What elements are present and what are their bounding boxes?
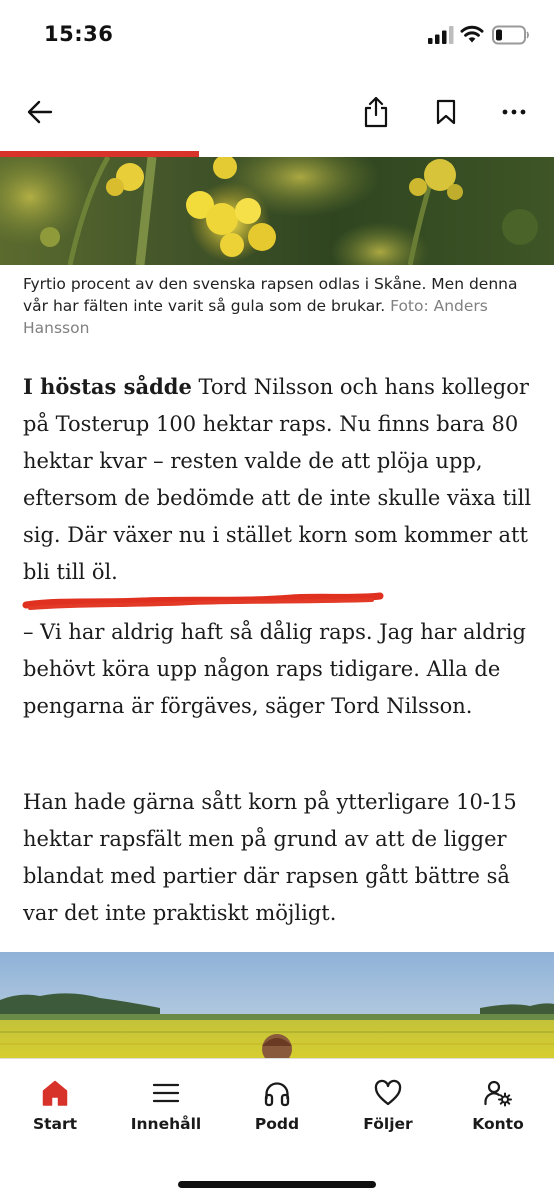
more-icon bbox=[502, 109, 526, 115]
article-paragraph-3: Han hade gärna sått korn på ytterligare … bbox=[23, 790, 517, 925]
heart-icon bbox=[374, 1079, 402, 1106]
bookmark-icon bbox=[436, 99, 456, 125]
signal-icon bbox=[428, 26, 454, 44]
image-caption: Fyrtio procent av den svenska rapsen odl… bbox=[23, 273, 533, 339]
account-settings-icon bbox=[484, 1080, 512, 1107]
more-options-button[interactable] bbox=[492, 90, 536, 134]
nav-item-innehall[interactable]: Innehåll bbox=[121, 1075, 211, 1145]
red-scribble-underline bbox=[22, 592, 384, 610]
home-icon bbox=[42, 1080, 68, 1106]
back-arrow-icon bbox=[27, 100, 53, 124]
article-toolbar bbox=[0, 84, 554, 140]
nav-label-foljer: Följer bbox=[363, 1115, 413, 1133]
nav-label-konto: Konto bbox=[472, 1115, 524, 1133]
battery-icon bbox=[492, 25, 529, 45]
menu-icon bbox=[152, 1083, 180, 1103]
nav-label-podd: Podd bbox=[254, 1115, 300, 1133]
nav-item-podd[interactable]: Podd bbox=[232, 1075, 322, 1145]
paragraph-lead: I höstas sådde bbox=[23, 374, 192, 399]
back-button[interactable] bbox=[18, 90, 62, 134]
hero-image-rapeseed-flowers[interactable] bbox=[0, 157, 554, 265]
bottom-navigation: Start Innehåll Podd Följer Konto bbox=[0, 1058, 554, 1200]
headphones-icon bbox=[264, 1082, 290, 1107]
wifi-icon bbox=[460, 25, 484, 43]
bookmark-button[interactable] bbox=[424, 90, 468, 134]
article-image-rapeseed-field[interactable] bbox=[0, 952, 554, 1062]
field-photo bbox=[0, 952, 554, 1062]
nav-item-foljer[interactable]: Följer bbox=[343, 1075, 433, 1145]
nav-label-start: Start bbox=[32, 1115, 78, 1133]
share-button[interactable] bbox=[354, 90, 398, 134]
nav-item-konto[interactable]: Konto bbox=[453, 1075, 543, 1145]
nav-label-innehall: Innehåll bbox=[130, 1115, 202, 1133]
article-paragraph-1: I höstas sådde Tord Nilsson och hans kol… bbox=[23, 368, 535, 591]
article-paragraph-2: – Vi har aldrig haft så dålig raps. Jag … bbox=[23, 620, 526, 718]
paragraph-text: Tord Nilsson och hans kollegor på Toster… bbox=[23, 375, 532, 584]
home-indicator[interactable] bbox=[178, 1181, 376, 1188]
nav-item-start[interactable]: Start bbox=[10, 1075, 100, 1145]
status-time: 15:36 bbox=[44, 22, 114, 46]
share-icon bbox=[364, 96, 388, 128]
status-bar: 15:36 bbox=[0, 0, 554, 70]
rapeseed-photo bbox=[0, 157, 554, 265]
